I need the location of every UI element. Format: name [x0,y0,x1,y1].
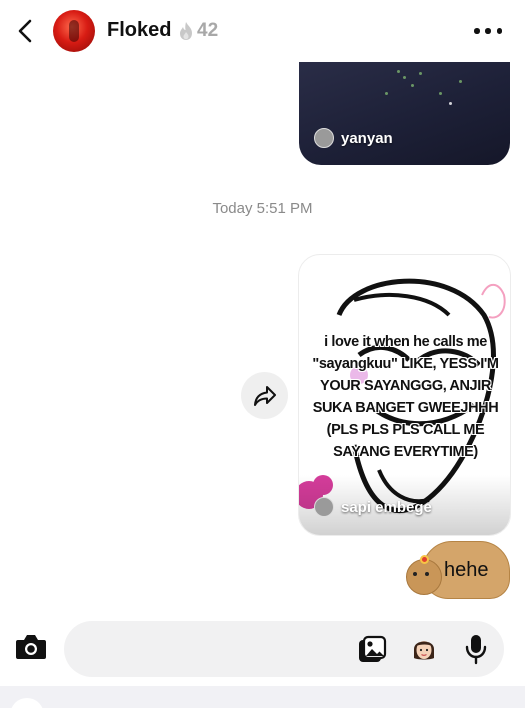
gallery-button[interactable] [357,635,387,665]
shared-reel-1[interactable]: yanyan [299,62,510,165]
reel-caption: i love it when he calls me "sayangkuu" L… [312,334,499,460]
more-options-button[interactable] [474,22,502,40]
voice-message-button[interactable] [463,633,489,665]
camera-button[interactable] [14,632,50,664]
memoji-sticker-button[interactable] [411,634,437,664]
contact-name[interactable]: Floked [107,19,171,42]
author-avatar [314,128,334,148]
streak-badge: 42 [178,20,218,42]
sticker-text: hehe [444,559,489,581]
more-horizontal-icon [474,28,480,34]
reel-author-name: yanyan [341,129,393,147]
chat-screen: Floked 42 yanyan Today 5:51 PM i love it… [0,0,525,708]
reel-author[interactable]: yanyan [314,128,393,148]
memoji-icon [414,641,434,660]
microphone-icon [465,635,487,665]
back-button[interactable] [14,17,36,45]
chat-header: Floked 42 [0,0,525,62]
author-avatar [314,497,334,517]
camera-icon [16,635,46,659]
gallery-icon [359,635,387,662]
capybara-sticker[interactable]: hehe [404,541,510,599]
reel-author-name: sapi embege [341,498,432,516]
reel-author[interactable]: sapi embege [314,497,432,517]
fire-icon [180,22,192,40]
share-button[interactable] [241,372,288,419]
message-input-container[interactable] [64,621,504,677]
message-input[interactable] [82,621,342,677]
flower-icon [420,555,429,564]
message-composer [0,616,525,682]
message-timestamp: Today 5:51 PM [212,200,313,217]
chevron-left-icon [18,19,32,43]
forward-arrow-icon [253,385,276,406]
keyboard-edge [0,686,525,708]
contact-avatar[interactable] [53,10,95,52]
streak-count: 42 [197,20,219,41]
shared-reel-2[interactable]: i love it when he calls me "sayangkuu" L… [298,254,511,536]
